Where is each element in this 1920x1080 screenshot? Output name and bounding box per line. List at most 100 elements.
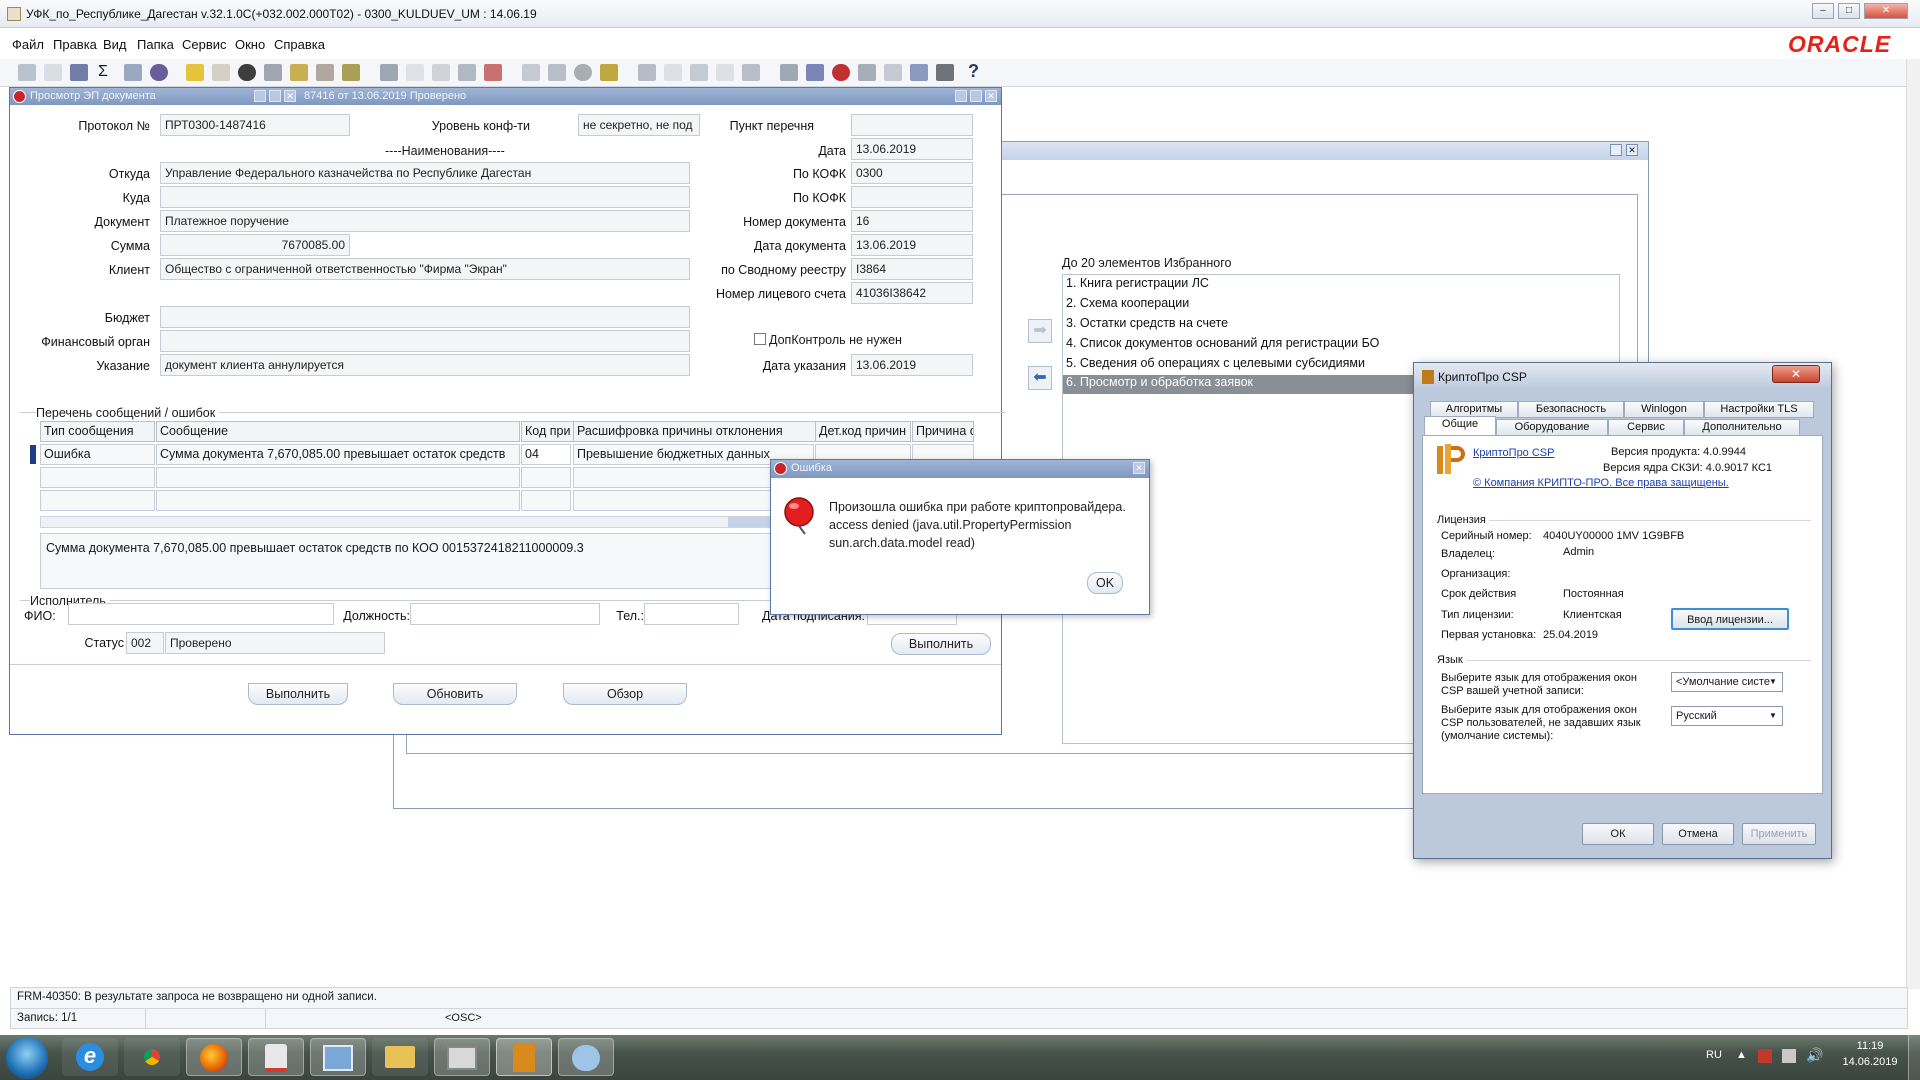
user-icon[interactable] [858, 64, 876, 81]
phone-field[interactable] [644, 603, 739, 625]
tree-icon[interactable] [290, 64, 308, 81]
edit-icon[interactable] [458, 64, 476, 81]
close-icon[interactable]: ✕ [1626, 144, 1638, 156]
favorites-item-selected[interactable]: 6. Просмотр и обработка заявок [1063, 375, 1413, 394]
ok-button[interactable]: ОК [1582, 823, 1654, 845]
fio-field[interactable] [68, 603, 334, 625]
cryptopro-taskbar-icon[interactable] [496, 1038, 552, 1076]
lang2-select[interactable]: Русский [1671, 706, 1783, 726]
from-field[interactable]: Управление Федерального казначейства по … [160, 162, 690, 184]
tab-general[interactable]: Общие [1424, 416, 1496, 436]
tab-tls-settings[interactable]: Настройки TLS [1704, 401, 1814, 418]
print-icon[interactable] [44, 64, 62, 81]
account-field[interactable]: 41036I38642 [851, 282, 973, 304]
delete-icon[interactable] [484, 64, 502, 81]
tab-additional[interactable]: Дополнительно [1684, 419, 1800, 436]
menu-file[interactable]: Файл [12, 37, 44, 52]
status-value-field[interactable]: Проверено [165, 632, 385, 654]
pen-icon[interactable] [522, 64, 540, 81]
table-cell-empty[interactable] [521, 467, 571, 488]
list-icon[interactable] [780, 64, 798, 81]
gears-icon[interactable] [806, 64, 824, 81]
enter-license-button[interactable]: Ввод лицензии... [1671, 608, 1789, 630]
registry-field[interactable]: I3864 [851, 258, 973, 280]
maximize-button[interactable]: □ [1838, 3, 1860, 19]
sum-icon[interactable]: Σ [98, 63, 108, 81]
menu-edit[interactable]: Правка [53, 37, 97, 52]
folder-open-icon[interactable] [186, 64, 204, 81]
shield-icon[interactable] [342, 64, 360, 81]
table-cell-empty[interactable] [40, 490, 155, 511]
position-field[interactable] [410, 603, 600, 625]
table-cell-empty[interactable] [156, 467, 520, 488]
lock-icon[interactable] [936, 64, 954, 81]
execute-button[interactable]: Выполнить [891, 633, 991, 655]
kofk2-field[interactable] [851, 186, 973, 208]
protocol-field[interactable]: ПРТ0300-1487416 [160, 114, 350, 136]
favorites-item[interactable]: 4. Список документов оснований для регис… [1066, 336, 1379, 355]
language-indicator[interactable]: RU [1706, 1049, 1722, 1061]
doc-date-field[interactable]: 13.06.2019 [851, 234, 973, 256]
close-button[interactable]: ✕ [1864, 3, 1908, 19]
finorg-field[interactable] [160, 330, 690, 352]
close-icon[interactable]: ✕ [1133, 462, 1145, 474]
attach-icon[interactable] [742, 64, 760, 81]
status-code-field[interactable]: 002 [126, 632, 164, 654]
error-ok-button[interactable]: OK [1087, 572, 1123, 594]
close-icon[interactable]: ✕ [985, 90, 997, 102]
java-icon[interactable] [248, 1038, 304, 1076]
maximize-icon[interactable] [970, 90, 982, 102]
globe-icon[interactable] [574, 64, 592, 81]
menu-window[interactable]: Окно [235, 37, 265, 52]
maximize-icon[interactable] [269, 90, 281, 102]
printer-icon[interactable] [264, 64, 282, 81]
chrome-icon[interactable] [124, 1038, 180, 1076]
tray-expand-icon[interactable]: ▲ [1736, 1049, 1747, 1061]
instruction-field[interactable]: документ клиента аннулируется [160, 354, 690, 376]
windows-icon[interactable] [910, 64, 928, 81]
flashlight-icon[interactable] [70, 64, 88, 81]
refresh-button[interactable]: Обновить [393, 683, 517, 705]
favorites-item[interactable]: 5. Сведения об операциях с целевыми субс… [1066, 356, 1365, 375]
minimize-button[interactable]: – [1812, 3, 1834, 19]
menu-view[interactable]: Вид [103, 37, 127, 52]
minimize-icon[interactable] [955, 90, 967, 102]
copy-icon[interactable] [124, 64, 142, 81]
close-button[interactable]: ✕ [1772, 365, 1820, 383]
favorites-item[interactable]: 3. Остатки средств на счете [1066, 316, 1228, 335]
date-field[interactable]: 13.06.2019 [851, 138, 973, 160]
cancel-button[interactable]: Отмена [1662, 823, 1734, 845]
key-icon[interactable] [600, 64, 618, 81]
cryptopro-product-link[interactable]: КриптоПро CSP [1473, 447, 1554, 459]
sum-field[interactable]: 7670085.00 [160, 234, 350, 256]
to-field[interactable] [160, 186, 690, 208]
extra-control-checkbox[interactable] [754, 333, 766, 345]
apply-button[interactable]: Применить [1742, 823, 1816, 845]
copy2-icon[interactable] [406, 64, 424, 81]
doc-number-field[interactable]: 16 [851, 210, 973, 232]
doc-icon[interactable] [638, 64, 656, 81]
db-icon[interactable] [238, 64, 256, 81]
paste-icon[interactable] [432, 64, 450, 81]
table-cell[interactable]: Сумма документа 7,670,085.00 превышает о… [156, 444, 520, 465]
table-cell-empty[interactable] [521, 490, 571, 511]
table-cell[interactable]: Ошибка [40, 444, 155, 465]
vertical-scrollbar[interactable] [1906, 59, 1920, 989]
doc3-icon[interactable] [716, 64, 734, 81]
window-icon[interactable] [884, 64, 902, 81]
menu-folder[interactable]: Папка [137, 37, 174, 52]
table-cell-empty[interactable] [156, 490, 520, 511]
tray-flag-icon[interactable] [1758, 1049, 1772, 1063]
arrow-right-icon[interactable]: ➡ [1028, 319, 1052, 343]
network-tray-icon[interactable] [1782, 1049, 1796, 1063]
clock-date[interactable]: 14.06.2019 [1834, 1056, 1906, 1068]
show-desktop-button[interactable] [1908, 1035, 1920, 1080]
book-icon[interactable] [548, 64, 566, 81]
save-icon[interactable] [18, 64, 36, 81]
browse-button[interactable]: Обзор [563, 683, 687, 705]
settings-icon[interactable] [212, 64, 230, 81]
explorer-icon[interactable] [372, 1038, 428, 1076]
client-field[interactable]: Общество с ограниченной ответственностью… [160, 258, 690, 280]
bottom-execute-button[interactable]: Выполнить [248, 683, 348, 705]
budget-field[interactable] [160, 306, 690, 328]
